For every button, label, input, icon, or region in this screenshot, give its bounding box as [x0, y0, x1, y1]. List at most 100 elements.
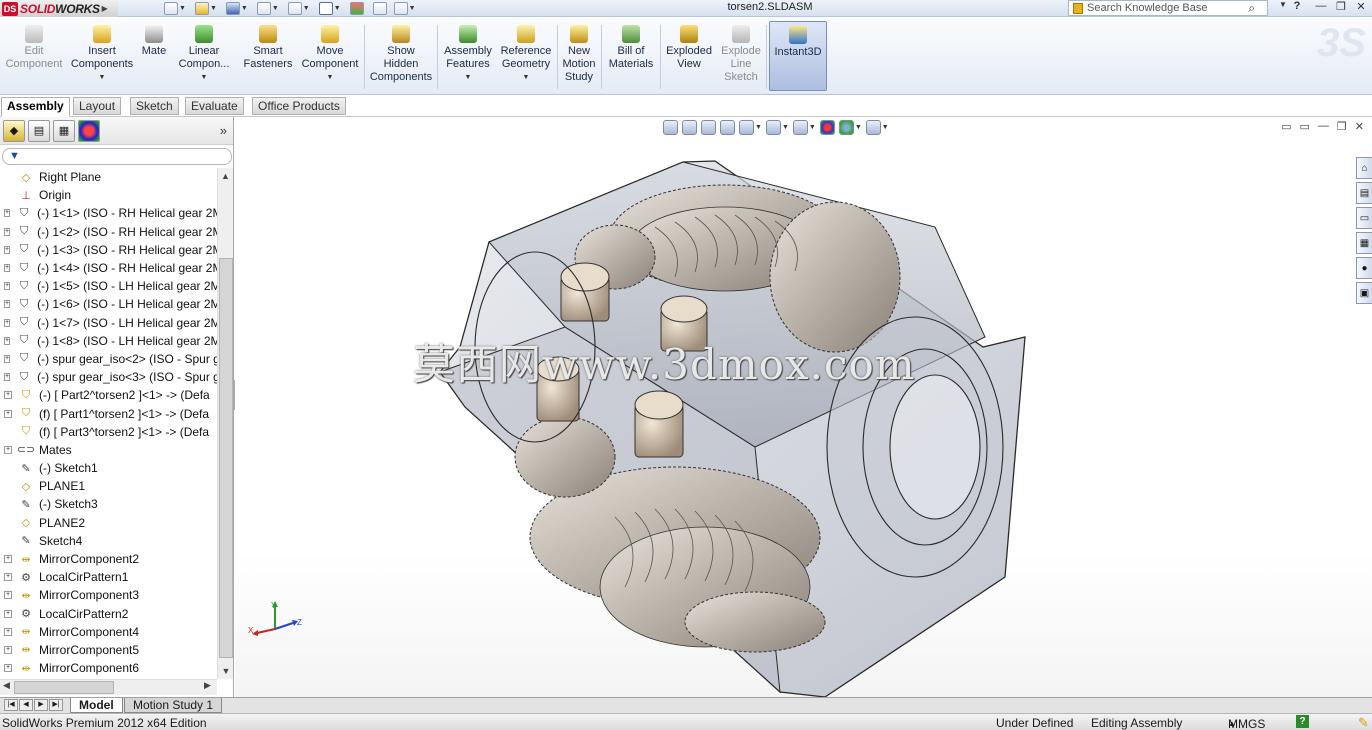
expand-node-icon[interactable]: +	[4, 609, 12, 618]
rebuild-icon[interactable]	[349, 1, 364, 15]
feature-tree-item[interactable]: ✎ Sketch4	[0, 532, 217, 550]
insert-components-dropdown-icon[interactable]: ▼	[99, 71, 106, 84]
viewport-close-button[interactable]: ✕	[1355, 120, 1364, 133]
split-vertical-icon[interactable]: ▭	[1300, 120, 1310, 133]
undo-dropdown-icon[interactable]: ▼	[303, 5, 310, 12]
previous-view-icon[interactable]	[701, 120, 716, 135]
scroll-down-icon[interactable]: ▼	[218, 663, 234, 679]
insert-components-button[interactable]: Insert Components ▼	[70, 21, 134, 93]
expand-node-icon[interactable]: +	[4, 373, 11, 382]
new-motion-study-button[interactable]: New Motion Study	[560, 21, 598, 93]
file-properties-icon[interactable]	[372, 1, 387, 15]
expand-node-icon[interactable]: +	[4, 409, 12, 418]
file-explorer-icon[interactable]: ▭	[1356, 207, 1372, 229]
reference-geometry-dropdown-icon[interactable]: ▼	[523, 71, 530, 84]
expand-node-icon[interactable]: +	[4, 573, 12, 582]
first-tab-icon[interactable]: |◀	[4, 699, 18, 711]
appearances-scenes-icon[interactable]: ●	[1356, 257, 1372, 279]
feature-tree-item[interactable]: + ⛉ (-) 1<3> (ISO - RH Helical gear 2M	[0, 241, 217, 259]
design-library-icon[interactable]: ▤	[1356, 182, 1372, 204]
custom-properties-icon[interactable]: ▣	[1356, 282, 1372, 304]
feature-tree-item[interactable]: + ⇹ MirrorComponent6	[0, 659, 217, 677]
expand-node-icon[interactable]: +	[4, 264, 11, 273]
display-style-icon[interactable]	[765, 120, 781, 135]
expand-node-icon[interactable]: +	[4, 664, 12, 673]
scroll-up-icon[interactable]: ▲	[218, 168, 233, 184]
feature-tree-item[interactable]: + ⛉ (-) spur gear_iso<3> (ISO - Spur g	[0, 368, 217, 386]
configuration-manager-icon[interactable]: ▦	[53, 119, 75, 142]
tab-evaluate[interactable]: Evaluate	[185, 97, 244, 115]
feature-tree-item[interactable]: + ⚙ LocalCirPattern1	[0, 568, 217, 586]
feature-tree-item[interactable]: + ⛉ (-) 1<7> (ISO - LH Helical gear 2M	[0, 314, 217, 332]
close-button[interactable]: ✕	[1352, 0, 1370, 13]
instant3d-button[interactable]: Instant3D	[769, 21, 827, 91]
bill-of-materials-button[interactable]: Bill of Materials	[604, 21, 658, 93]
solidworks-resources-icon[interactable]: ⌂	[1356, 157, 1372, 179]
hide-show-dropdown-icon[interactable]: ▼	[809, 124, 816, 131]
restore-button[interactable]: ❐	[1332, 0, 1350, 13]
assembly-features-button[interactable]: Assembly Features ▼	[440, 21, 496, 93]
tab-assembly[interactable]: Assembly	[1, 97, 70, 117]
feature-tree-item[interactable]: ✎ (-) Sketch1	[0, 459, 217, 477]
feature-tree-item[interactable]: + ⊂⊃ Mates	[0, 441, 217, 459]
print-dropdown-icon[interactable]: ▼	[272, 5, 279, 12]
feature-tree-item[interactable]: + ⇹ MirrorComponent5	[0, 641, 217, 659]
solidworks-menu-button[interactable]: DS SOLIDWORKS ▶	[0, 0, 118, 17]
tab-sketch[interactable]: Sketch	[130, 97, 179, 115]
save-dropdown-icon[interactable]: ▼	[241, 5, 248, 12]
edit-component-button[interactable]: Edit Component	[4, 21, 64, 93]
linear-component-pattern-button[interactable]: Linear Compon... ▼	[174, 21, 234, 93]
section-view-icon[interactable]	[720, 120, 735, 135]
select-dropdown-icon[interactable]: ▼	[334, 5, 341, 12]
expand-node-icon[interactable]: +	[4, 555, 12, 564]
expand-node-icon[interactable]: +	[4, 591, 12, 600]
open-document-icon[interactable]	[194, 1, 209, 15]
hide-show-items-icon[interactable]	[792, 120, 808, 135]
expand-node-icon[interactable]: +	[4, 318, 11, 327]
property-manager-icon[interactable]: ▤	[28, 119, 50, 142]
zoom-to-fit-icon[interactable]	[663, 120, 678, 135]
view-palette-icon[interactable]: ▦	[1356, 232, 1372, 254]
next-tab-icon[interactable]: ▶	[34, 699, 48, 711]
feature-tree-item[interactable]: ◇ PLANE2	[0, 514, 217, 532]
zoom-to-area-icon[interactable]	[682, 120, 697, 135]
minimize-button[interactable]: —	[1312, 0, 1330, 12]
feature-tree-item[interactable]: + ⛉ (-) 1<1> (ISO - RH Helical gear 2M	[0, 204, 217, 222]
help-icon[interactable]: ?	[1288, 0, 1306, 12]
mate-button[interactable]: Mate	[138, 21, 170, 93]
last-tab-icon[interactable]: ▶|	[49, 699, 63, 711]
expand-node-icon[interactable]: +	[4, 627, 12, 636]
view-orientation-dropdown-icon[interactable]: ▼	[755, 124, 762, 131]
display-style-dropdown-icon[interactable]: ▼	[782, 124, 789, 131]
feature-tree-item[interactable]: + ⇹ MirrorComponent3	[0, 586, 217, 604]
feature-tree-horizontal-scrollbar[interactable]: ◀ ▶	[0, 679, 217, 695]
view-settings-icon[interactable]	[865, 120, 881, 135]
feature-tree-item[interactable]: + ⛉ (-) spur gear_iso<2> (ISO - Spur g	[0, 350, 217, 368]
expand-node-icon[interactable]: +	[4, 227, 11, 236]
assembly-model-view[interactable]	[235, 117, 1372, 697]
expand-node-icon[interactable]: +	[4, 209, 11, 218]
explode-line-sketch-button[interactable]: Explode Line Sketch	[718, 21, 764, 93]
show-hidden-components-button[interactable]: Show Hidden Components	[368, 21, 434, 93]
tab-office-products[interactable]: Office Products	[252, 97, 346, 115]
reference-geometry-button[interactable]: Reference Geometry ▼	[498, 21, 554, 93]
viewport-restore-button[interactable]: ❐	[1337, 120, 1347, 133]
feature-tree-item[interactable]: + ⛉ (-) 1<4> (ISO - RH Helical gear 2M	[0, 259, 217, 277]
feature-tree-item[interactable]: + ⚙ LocalCirPattern2	[0, 605, 217, 623]
feature-tree-item[interactable]: ◇ PLANE1	[0, 477, 217, 495]
tab-layout[interactable]: Layout	[73, 97, 122, 115]
move-component-dropdown-icon[interactable]: ▼	[327, 71, 334, 84]
previous-tab-icon[interactable]: ◀	[19, 699, 33, 711]
expand-node-icon[interactable]: +	[4, 354, 11, 363]
graphics-area[interactable]: 莫西网www.3dmox.com ▼ ▼ ▼ ▼ ▼ ▭ ▭ — ❐ ✕ ⌂ ▤…	[235, 117, 1372, 697]
assembly-features-dropdown-icon[interactable]: ▼	[465, 71, 472, 84]
feature-tree-item[interactable]: + ⛉ (-) 1<2> (ISO - RH Helical gear 2M	[0, 223, 217, 241]
feature-tree-filter-input[interactable]: ▼	[2, 148, 232, 165]
exploded-view-button[interactable]: Exploded View	[662, 21, 716, 93]
expand-node-icon[interactable]: +	[4, 391, 12, 400]
smart-fasteners-button[interactable]: Smart Fasteners	[238, 21, 298, 93]
scrollbar-thumb[interactable]	[219, 258, 233, 658]
linear-pattern-dropdown-icon[interactable]: ▼	[201, 71, 208, 84]
options-dropdown-icon[interactable]: ▼	[409, 5, 416, 12]
scroll-left-icon[interactable]: ◀	[3, 680, 10, 691]
